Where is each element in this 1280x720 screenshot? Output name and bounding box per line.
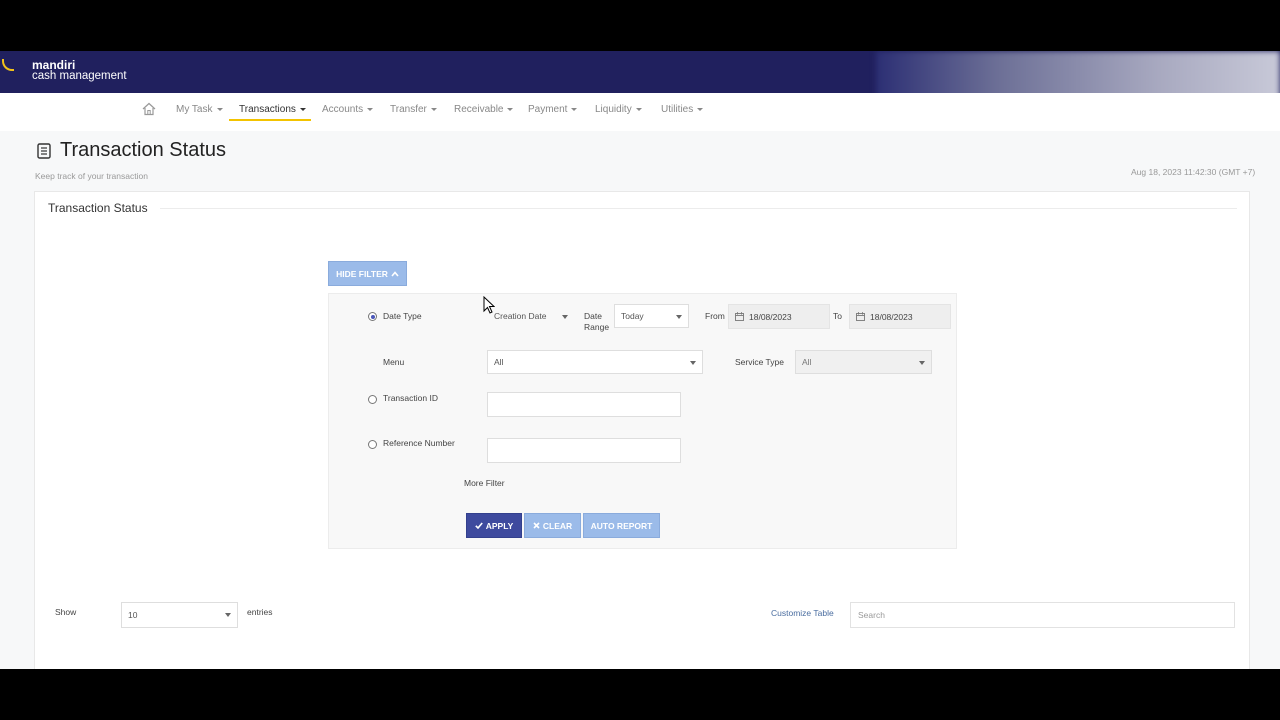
service-type-select[interactable]: All (795, 350, 932, 374)
nav-payment[interactable]: Payment (528, 104, 578, 115)
nav-utilities[interactable]: Utilities (661, 104, 704, 115)
table-search-input[interactable] (850, 602, 1235, 628)
card-title: Transaction Status (48, 201, 148, 215)
nav-label: Transfer (390, 104, 427, 115)
menu-select[interactable]: All (487, 350, 703, 374)
caret-down-icon (571, 107, 578, 111)
nav-my-task[interactable]: My Task (176, 104, 223, 115)
transaction-id-input[interactable] (487, 392, 681, 417)
close-icon (533, 522, 540, 529)
nav-label: Utilities (661, 104, 694, 115)
nav-label: Accounts (322, 104, 364, 115)
reference-number-radio[interactable] (368, 440, 377, 449)
caret-down-icon (635, 107, 642, 111)
server-timestamp: Aug 18, 2023 11:42:30 (GMT +7) (1131, 167, 1256, 177)
menu-value: All (494, 357, 504, 367)
apply-button[interactable]: APPLY (466, 513, 522, 538)
nav-label: Transactions (239, 104, 296, 115)
caret-down-icon (697, 107, 704, 111)
more-filter-link[interactable]: More Filter (464, 478, 505, 488)
from-label: From (705, 311, 725, 321)
chevron-up-icon (391, 270, 399, 277)
date-type-select[interactable]: Creation Date (487, 304, 575, 328)
service-type-label: Service Type (735, 357, 784, 367)
date-range-label: Date (584, 311, 602, 321)
caret-down-icon (299, 107, 306, 111)
to-label: To (833, 311, 842, 321)
auto-report-label: AUTO REPORT (590, 520, 653, 531)
main-nav: My Task Transactions Accounts Transfer R… (0, 93, 1280, 131)
customize-table-link[interactable]: Customize Table (771, 608, 834, 618)
to-date-value: 18/08/2023 (870, 311, 913, 322)
entries-label: entries (247, 607, 273, 617)
top-header: mandiri cash management (0, 51, 1280, 111)
date-range-label-2: Range (584, 322, 610, 332)
home-icon[interactable] (142, 102, 156, 116)
reference-number-input[interactable] (487, 438, 681, 463)
hide-filter-label: HIDE FILTER (336, 268, 388, 279)
chevron-down-icon (562, 315, 568, 319)
hide-filter-button[interactable]: HIDE FILTER (328, 261, 407, 286)
chevron-down-icon (919, 361, 925, 365)
service-type-value: All (802, 357, 812, 367)
chevron-down-icon (225, 613, 231, 617)
date-type-label: Date Type (383, 311, 422, 321)
show-label: Show (55, 607, 77, 617)
card-title-divider (160, 208, 1237, 209)
caret-down-icon (507, 107, 514, 111)
page-size-select[interactable]: 10 (121, 602, 238, 628)
date-range-select[interactable]: Today (614, 304, 689, 328)
chevron-down-icon (690, 361, 696, 365)
clear-button[interactable]: CLEAR (524, 513, 581, 538)
nav-receivable[interactable]: Receivable (454, 104, 514, 115)
caret-down-icon (216, 107, 223, 111)
from-date-value: 18/08/2023 (749, 311, 792, 322)
chevron-down-icon (676, 315, 682, 319)
menu-label: Menu (383, 357, 405, 367)
mandiri-logo-icon (2, 59, 14, 71)
reference-number-label: Reference Number (383, 438, 455, 448)
nav-accounts[interactable]: Accounts (322, 104, 374, 115)
nav-label: Receivable (454, 104, 504, 115)
nav-label: Liquidity (595, 104, 632, 115)
date-type-value: Creation Date (494, 311, 547, 321)
page-subtitle: Keep track of your transaction (35, 171, 148, 181)
page-size-value: 10 (128, 610, 138, 620)
active-nav-indicator (229, 119, 311, 121)
clear-label: CLEAR (542, 520, 573, 531)
page-title: Transaction Status (60, 139, 227, 161)
nav-transactions[interactable]: Transactions (239, 104, 306, 115)
date-range-value: Today (621, 311, 644, 321)
caret-down-icon (430, 107, 437, 111)
brand-tagline: cash management (32, 70, 127, 82)
date-type-radio[interactable] (368, 312, 377, 321)
calendar-icon (735, 312, 744, 321)
filter-panel (328, 293, 957, 549)
nav-label: Payment (528, 104, 568, 115)
document-list-icon (37, 143, 51, 159)
apply-label: APPLY (485, 520, 514, 531)
to-date-input[interactable]: 18/08/2023 (849, 304, 951, 329)
auto-report-button[interactable]: AUTO REPORT (583, 513, 660, 538)
transaction-id-radio[interactable] (368, 395, 377, 404)
caret-down-icon (367, 107, 374, 111)
mouse-cursor-icon (483, 296, 495, 314)
check-icon (474, 522, 483, 529)
calendar-icon (856, 312, 865, 321)
transaction-id-label: Transaction ID (383, 393, 438, 403)
nav-liquidity[interactable]: Liquidity (595, 104, 642, 115)
app-viewport: mandiri cash management My Task Transact… (0, 51, 1280, 669)
nav-transfer[interactable]: Transfer (390, 104, 437, 115)
nav-label: My Task (176, 104, 213, 115)
from-date-input[interactable]: 18/08/2023 (728, 304, 830, 329)
